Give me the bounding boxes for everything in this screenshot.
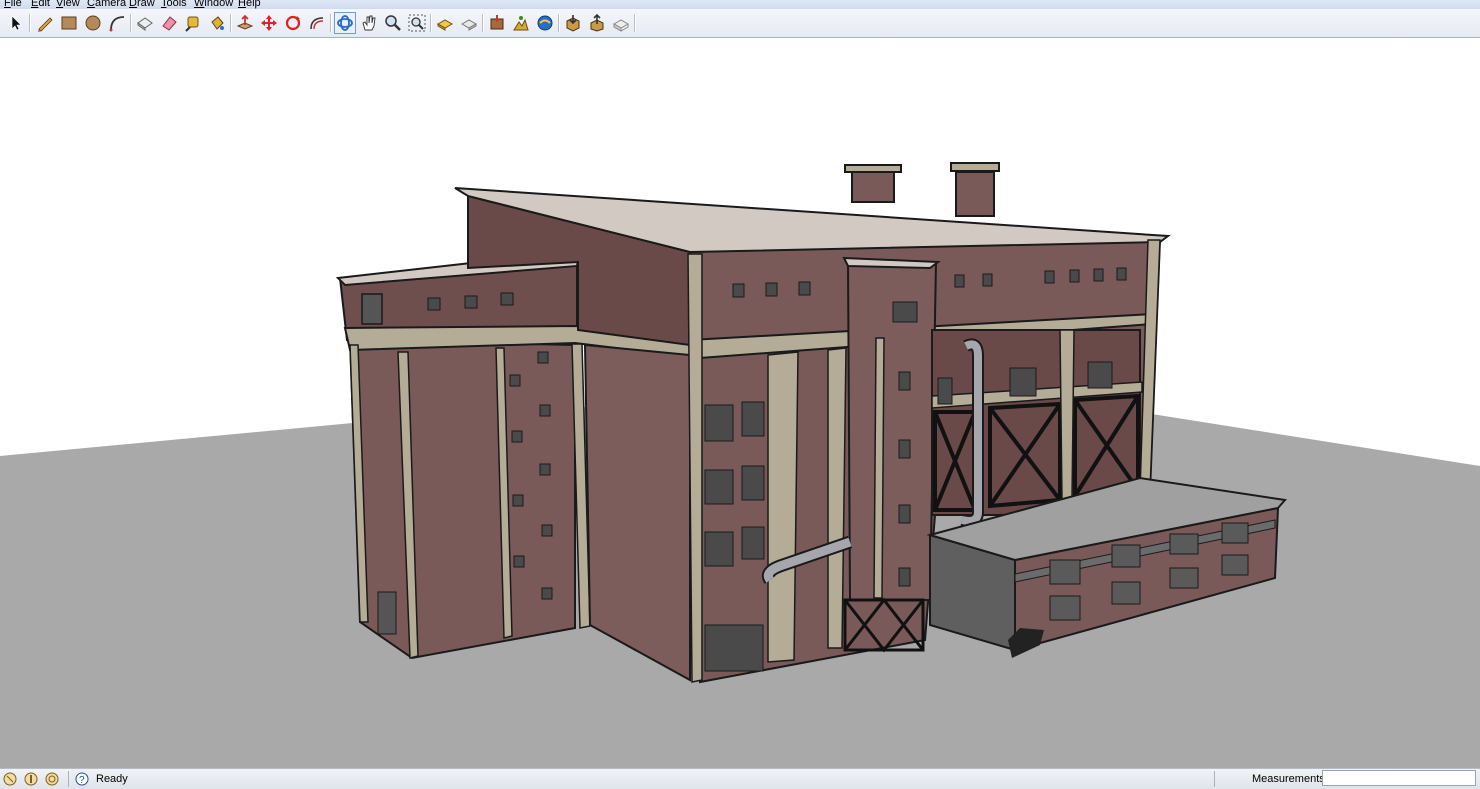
toolbar-separator	[29, 14, 30, 32]
menu-bar: File Edit View Camera Draw Tools Window …	[0, 0, 1480, 9]
pilaster	[827, 347, 847, 649]
pan-tool-icon[interactable]	[358, 12, 380, 34]
share-model-icon[interactable]	[586, 12, 608, 34]
building-model-render	[0, 162, 1480, 768]
measurements-label: Measurements	[1252, 773, 1325, 785]
main-block-side-lower	[583, 343, 691, 682]
chimney-cap	[844, 164, 902, 173]
zoom-tool-icon[interactable]	[382, 12, 404, 34]
zoom-extents-icon[interactable]	[406, 12, 428, 34]
menu-help[interactable]: Help	[238, 0, 261, 9]
menu-edit[interactable]: Edit	[31, 0, 50, 9]
circle-tool-icon[interactable]	[82, 12, 104, 34]
chimney	[851, 171, 895, 203]
status-bar: ? Ready Measurements	[0, 768, 1480, 789]
extension-warehouse-icon[interactable]	[610, 12, 632, 34]
menu-tools[interactable]: Tools	[161, 0, 187, 9]
toolbar-separator	[634, 14, 635, 32]
tower-pilaster	[873, 337, 885, 599]
get-models-icon[interactable]	[562, 12, 584, 34]
pilaster	[1059, 329, 1075, 503]
toolbar-separator	[558, 14, 559, 32]
rotate-tool-icon[interactable]	[282, 12, 304, 34]
eraser-tool-icon[interactable]	[158, 12, 180, 34]
arc-tool-icon[interactable]	[106, 12, 128, 34]
toolbar-separator	[430, 14, 431, 32]
menu-file[interactable]: File	[4, 0, 22, 9]
offset-tool-icon[interactable]	[306, 12, 328, 34]
window	[464, 295, 478, 309]
make-component-icon[interactable]	[134, 12, 156, 34]
photo-textures-icon[interactable]	[534, 12, 556, 34]
chimney	[955, 171, 995, 217]
menu-draw[interactable]: Draw	[129, 0, 155, 9]
credits-icon[interactable]	[24, 772, 38, 786]
next-view-icon[interactable]	[458, 12, 480, 34]
menu-window[interactable]: Window	[194, 0, 233, 9]
previous-view-icon[interactable]	[434, 12, 456, 34]
help-icon[interactable]: ?	[75, 772, 89, 786]
select-tool-icon[interactable]	[5, 12, 27, 34]
toolbar-separator	[330, 14, 331, 32]
menu-camera[interactable]: Camera	[87, 0, 126, 9]
geo-location-icon[interactable]	[3, 772, 17, 786]
tape-measure-icon[interactable]	[182, 12, 204, 34]
toggle-terrain-icon[interactable]	[510, 12, 532, 34]
main-toolbar	[0, 9, 1480, 38]
pilaster	[767, 351, 799, 663]
paint-bucket-icon[interactable]	[206, 12, 228, 34]
status-text: Ready	[96, 773, 128, 785]
menu-view[interactable]: View	[56, 0, 80, 9]
window	[427, 297, 441, 311]
orbit-tool-icon[interactable]	[334, 12, 356, 34]
window	[500, 292, 514, 306]
chimney-cap	[950, 162, 1000, 172]
window	[892, 301, 918, 323]
measurements-input[interactable]	[1322, 770, 1476, 786]
door	[377, 591, 397, 635]
model-viewport[interactable]	[0, 38, 1480, 768]
svg-text:?: ?	[79, 775, 85, 786]
user-account-icon[interactable]	[45, 772, 59, 786]
add-location-icon[interactable]	[486, 12, 508, 34]
toolbar-separator	[482, 14, 483, 32]
move-tool-icon[interactable]	[258, 12, 280, 34]
status-divider	[1214, 771, 1215, 787]
toolbar-separator	[130, 14, 131, 32]
rectangle-tool-icon[interactable]	[58, 12, 80, 34]
toolbar-separator	[230, 14, 231, 32]
status-divider	[68, 771, 69, 787]
push-pull-icon[interactable]	[234, 12, 256, 34]
central-tower	[846, 261, 938, 601]
window	[361, 293, 383, 325]
pencil-tool-icon[interactable]	[34, 12, 56, 34]
